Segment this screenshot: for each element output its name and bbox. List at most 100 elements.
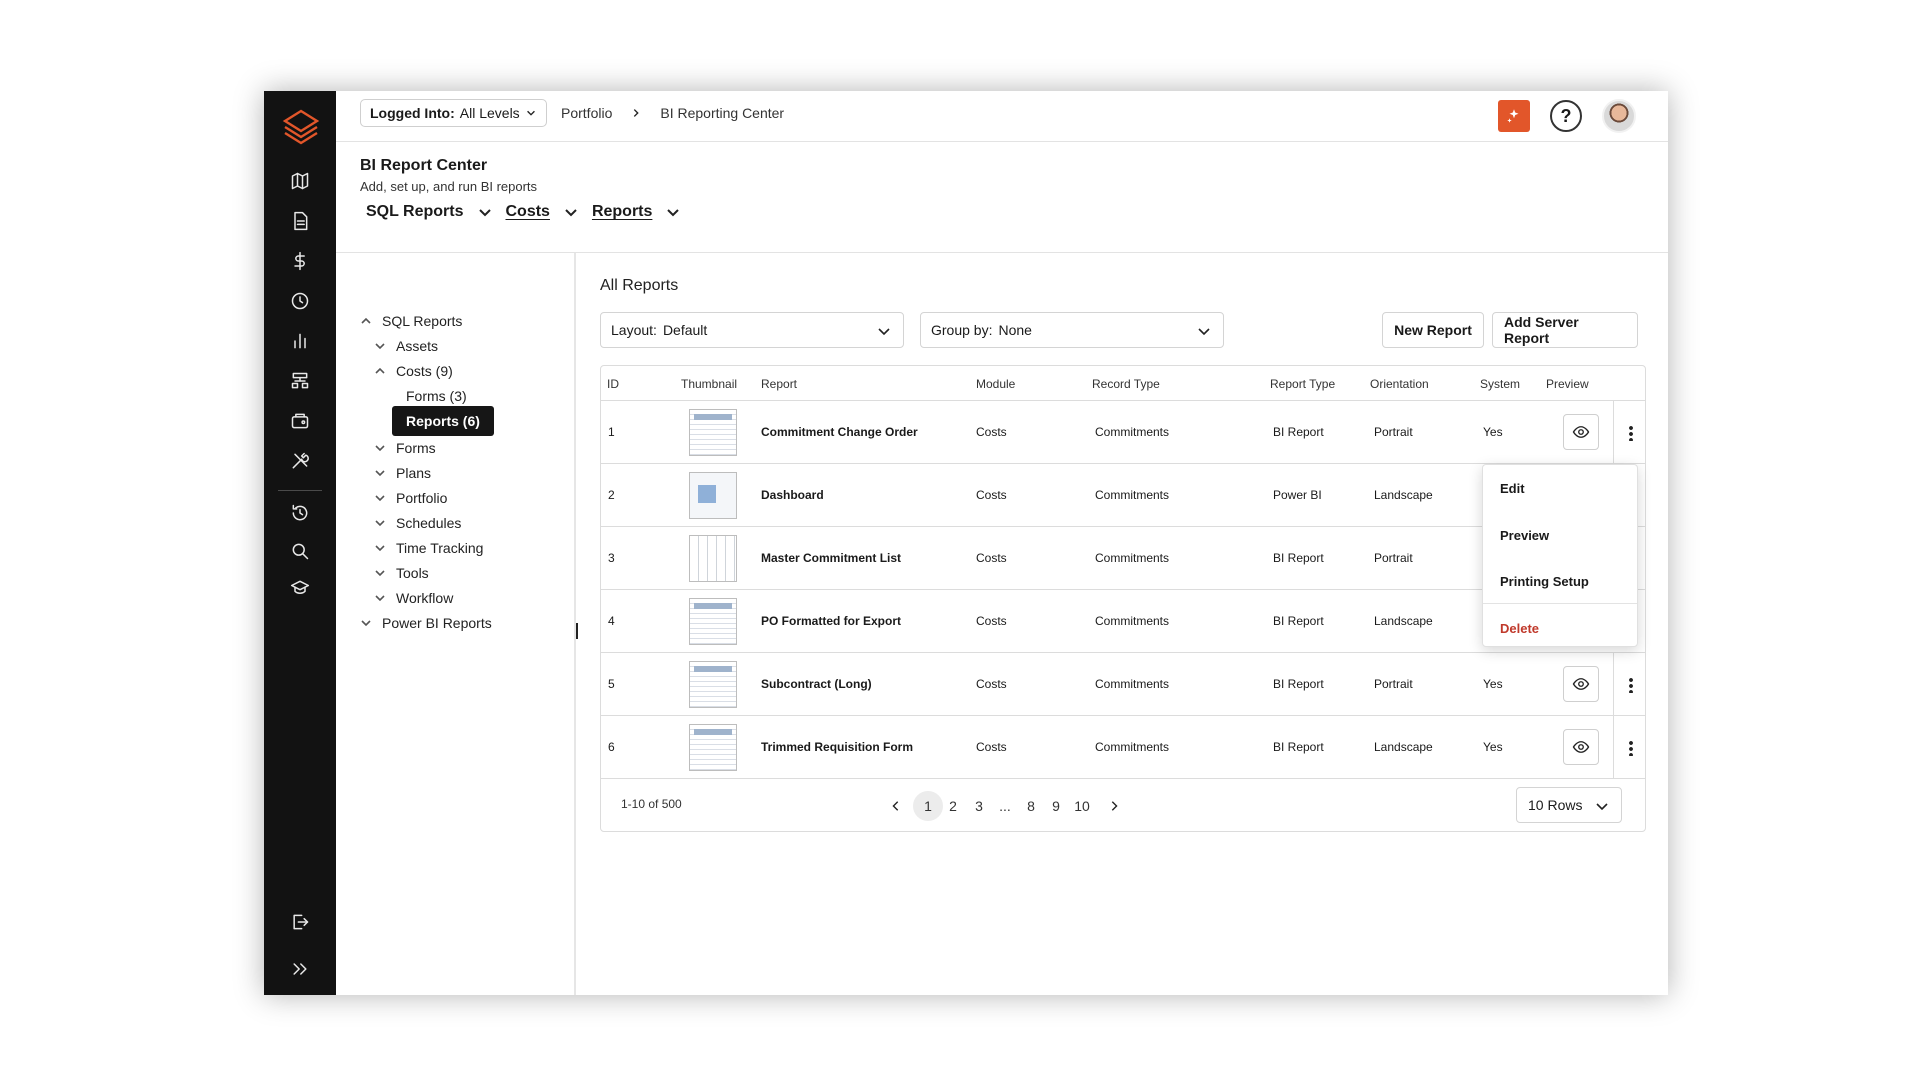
cell-report[interactable]: Commitment Change Order [761,425,918,439]
row-actions-button[interactable] [1613,653,1645,716]
tree-item-label: Costs (9) [396,363,453,379]
menu-item-delete[interactable]: Delete [1500,621,1539,636]
tree-item-forms-costs[interactable]: Forms (3) [406,384,467,408]
table-row[interactable]: 6 Trimmed Requisition Form Costs Commitm… [601,716,1645,779]
col-thumbnail[interactable]: Thumbnail [681,377,737,391]
tab-sql-reports[interactable]: SQL Reports [366,203,492,221]
logout-icon[interactable] [288,910,312,934]
tools-icon[interactable] [288,449,312,473]
search-icon[interactable] [288,539,312,563]
col-report[interactable]: Report [761,377,797,391]
tree-item-time-tracking[interactable]: Time Tracking [374,536,483,560]
col-record-type[interactable]: Record Type [1092,377,1160,391]
tree-item-costs[interactable]: Costs (9) [374,359,453,383]
breadcrumb-portfolio[interactable]: Portfolio [561,105,612,121]
col-id[interactable]: ID [607,377,619,391]
history-icon[interactable] [288,501,312,525]
cell-report-type: BI Report [1273,614,1324,628]
rows-per-page-select[interactable]: 10 Rows [1516,787,1622,823]
col-system[interactable]: System [1480,377,1520,391]
wallet-icon[interactable] [288,409,312,433]
cell-report[interactable]: Subcontract (Long) [761,677,872,691]
group-by-label: Group by: [931,322,993,338]
expand-icon[interactable] [288,957,312,981]
page-button[interactable]: 10 [1067,791,1097,821]
tree-item-workflow[interactable]: Workflow [374,586,453,610]
clock-icon[interactable] [288,289,312,313]
table-header: ID Thumbnail Report Module Record Type R… [601,366,1645,401]
cell-orientation: Landscape [1374,740,1433,754]
tree-item-reports-active[interactable]: Reports (6) [392,406,494,436]
tree-item-schedules[interactable]: Schedules [374,511,461,535]
report-thumbnail[interactable] [689,661,737,708]
breadcrumb: Portfolio BI Reporting Center [561,105,784,121]
report-thumbnail[interactable] [689,598,737,645]
report-thumbnail[interactable] [689,409,737,456]
table-row[interactable]: 5 Subcontract (Long) Costs Commitments B… [601,653,1645,716]
document-icon[interactable] [288,209,312,233]
menu-item-edit[interactable]: Edit [1500,481,1525,496]
cell-system: Yes [1483,740,1503,754]
ai-button[interactable] [1498,100,1530,132]
col-preview[interactable]: Preview [1546,377,1589,391]
section-title: All Reports [600,277,679,294]
chevron-down-icon[interactable] [478,205,492,219]
cell-report[interactable]: Dashboard [761,488,824,502]
cell-orientation: Portrait [1374,425,1413,439]
help-icon[interactable]: ? [1550,100,1582,132]
report-thumbnail[interactable] [689,724,737,771]
chevron-up-icon [375,367,385,374]
tab-reports[interactable]: Reports [592,203,680,221]
chevron-down-icon [375,595,385,602]
prev-page-button[interactable] [881,791,911,821]
col-report-type[interactable]: Report Type [1270,377,1335,391]
dollar-icon[interactable] [288,249,312,273]
panel-resize-handle[interactable] [576,623,578,639]
menu-item-printing-setup[interactable]: Printing Setup [1500,574,1589,589]
cell-orientation: Portrait [1374,677,1413,691]
tab-costs[interactable]: Costs [506,203,578,221]
logo-icon[interactable] [281,107,321,147]
cell-report-type: BI Report [1273,740,1324,754]
cell-record-type: Commitments [1095,551,1170,565]
preview-button[interactable] [1563,729,1599,765]
layout-select[interactable]: Layout: Default [600,312,904,348]
row-actions-button[interactable] [1613,401,1645,464]
org-chart-icon[interactable] [288,369,312,393]
tree-item-power-bi-reports[interactable]: Power BI Reports [360,611,492,635]
next-page-button[interactable] [1099,791,1129,821]
add-server-report-button[interactable]: Add Server Report [1492,312,1638,348]
cell-system: Yes [1483,677,1503,691]
kebab-icon [1628,424,1633,441]
tree-item-label: Schedules [396,515,462,531]
chevron-down-icon[interactable] [666,205,680,219]
preview-button[interactable] [1563,414,1599,450]
report-thumbnail[interactable] [689,535,737,582]
cell-report[interactable]: Master Commitment List [761,551,901,565]
login-level-select[interactable]: Logged Into: All Levels [360,99,547,127]
col-orientation[interactable]: Orientation [1370,377,1429,391]
tree-item-label: Time Tracking [396,540,484,556]
menu-item-preview[interactable]: Preview [1500,528,1549,543]
map-icon[interactable] [288,169,312,193]
tree-item-tools[interactable]: Tools [374,561,429,585]
col-module[interactable]: Module [976,377,1015,391]
chevron-down-icon[interactable] [564,205,578,219]
preview-button[interactable] [1563,666,1599,702]
cell-report[interactable]: PO Formatted for Export [761,614,901,628]
tree-item-plans[interactable]: Plans [374,461,431,485]
tree-item-portfolio[interactable]: Portfolio [374,486,447,510]
avatar[interactable] [1602,99,1636,133]
cell-report[interactable]: Trimmed Requisition Form [761,740,913,754]
tree-item-forms[interactable]: Forms [374,436,436,460]
report-thumbnail[interactable] [689,472,737,519]
cell-id: 5 [608,677,615,691]
new-report-button[interactable]: New Report [1382,312,1484,348]
row-actions-button[interactable] [1613,716,1645,779]
tree-item-sql-reports[interactable]: SQL Reports [360,309,462,333]
bar-chart-icon[interactable] [288,329,312,353]
group-by-select[interactable]: Group by: None [920,312,1224,348]
tree-item-assets[interactable]: Assets [374,334,438,358]
table-row[interactable]: 1 Commitment Change Order Costs Commitme… [601,401,1645,464]
graduation-cap-icon[interactable] [288,576,312,600]
